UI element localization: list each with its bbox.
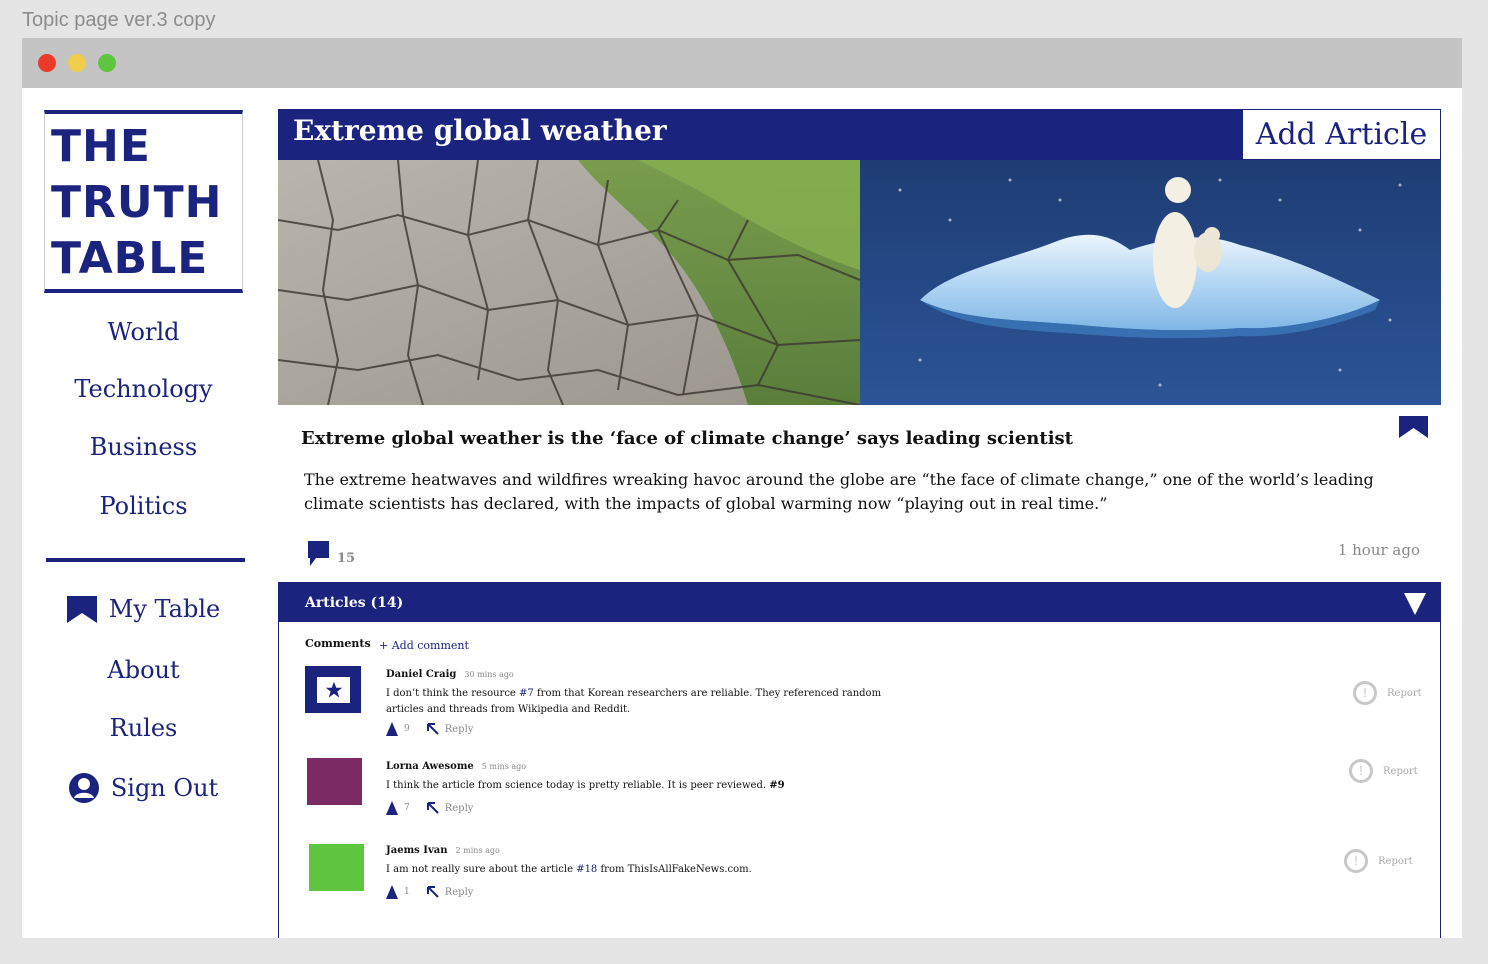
upvote-button[interactable]: 1	[386, 885, 410, 899]
comment-count-value: 15	[337, 551, 356, 566]
comment-actions: 9 Reply	[386, 722, 473, 736]
report-button[interactable]: ! Report	[1349, 759, 1418, 783]
chevron-down-icon[interactable]	[1404, 593, 1426, 615]
polar-bear-image	[860, 160, 1441, 405]
site-logo[interactable]: THE TRUTH TABLE	[44, 110, 243, 293]
nav-rules[interactable]: Rules	[46, 714, 241, 742]
report-label: Report	[1387, 687, 1422, 699]
add-comment-link[interactable]: + Add comment	[379, 639, 469, 652]
avatar[interactable]	[305, 666, 361, 713]
cracked-earth-image	[278, 160, 860, 405]
avatar[interactable]	[309, 844, 364, 891]
article-ref-link[interactable]: #7	[519, 688, 534, 699]
article-headline[interactable]: Extreme global weather is the ‘face of c…	[301, 428, 1073, 449]
comment-author[interactable]: Lorna Awesome 5 mins ago	[386, 761, 526, 772]
comment-author-name: Jaems Ivan	[386, 845, 448, 856]
bookmark-icon[interactable]	[1399, 416, 1428, 438]
comment-text-before: I don’t think the resource	[386, 688, 520, 699]
comment-author-name: Lorna Awesome	[386, 761, 474, 772]
avatar-badge	[317, 677, 350, 703]
window-titlebar	[22, 38, 1462, 88]
comment-author[interactable]: Jaems Ivan 2 mins ago	[386, 845, 500, 856]
reply-arrow-icon	[426, 723, 439, 735]
logo-line-2: TRUTH	[51, 177, 223, 228]
sidebar-divider	[46, 558, 245, 562]
upvote-icon	[386, 801, 398, 815]
comment-text-before: I am not really sure about the article	[386, 864, 577, 875]
reply-button[interactable]: Reply	[426, 722, 474, 736]
comment-count[interactable]: 15	[308, 541, 355, 566]
nav-about[interactable]: About	[46, 656, 241, 684]
logo-line-1: THE	[51, 121, 151, 172]
nav-my-table-label: My Table	[108, 595, 221, 623]
report-icon: !	[1349, 759, 1373, 783]
comment-text: I am not really sure about the article #…	[386, 862, 896, 878]
reply-button[interactable]: Reply	[426, 801, 474, 815]
topic-title: Extreme global weather	[293, 114, 667, 147]
bookmark-icon	[66, 595, 97, 623]
nav-sign-out[interactable]: Sign Out	[46, 773, 241, 803]
article-ref-link[interactable]: #18	[576, 864, 597, 875]
comment-author-name: Daniel Craig	[386, 669, 457, 680]
minimize-window-button[interactable]	[68, 54, 86, 72]
report-button[interactable]: ! Report	[1353, 681, 1422, 705]
comments-label: Comments	[305, 637, 371, 650]
reply-button[interactable]: Reply	[426, 885, 474, 899]
report-icon: !	[1353, 681, 1377, 705]
article-time: 1 hour ago	[1337, 541, 1420, 559]
nav-business[interactable]: Business	[46, 433, 241, 461]
comment-time: 5 mins ago	[481, 762, 527, 771]
report-icon: !	[1344, 849, 1368, 873]
topic-header: Extreme global weather Add Article	[278, 109, 1441, 160]
vote-count: 9	[404, 724, 410, 734]
upvote-icon	[386, 885, 398, 899]
comment-actions: 1 Reply	[386, 885, 473, 899]
comment-text: I think the article from science today i…	[386, 778, 896, 794]
maximize-window-button[interactable]	[98, 54, 116, 72]
comment-actions: 7 Reply	[386, 801, 473, 815]
reply-label: Reply	[444, 886, 474, 898]
comment-text-after: from ThisIsAllFakeNews.com.	[597, 864, 752, 875]
report-button[interactable]: ! Report	[1344, 849, 1413, 873]
star-icon	[325, 681, 342, 698]
avatar[interactable]	[307, 758, 362, 805]
articles-panel-label: Articles (14)	[305, 595, 404, 611]
upvote-icon	[386, 722, 398, 736]
report-label: Report	[1378, 855, 1413, 867]
reply-label: Reply	[444, 802, 474, 814]
report-label: Report	[1383, 765, 1418, 777]
vote-count: 7	[404, 803, 410, 813]
browser-window: THE TRUTH TABLE World Technology Busines…	[22, 38, 1462, 938]
comment-icon	[308, 541, 329, 566]
comment-text: I don’t think the resource #7 from that …	[386, 686, 896, 718]
add-article-button[interactable]: Add Article	[1242, 109, 1441, 160]
user-circle-icon	[68, 773, 99, 803]
article-summary: The extreme heatwaves and wildfires wrea…	[304, 470, 1374, 513]
reply-label: Reply	[444, 723, 474, 735]
comment-author[interactable]: Daniel Craig 30 mins ago	[386, 669, 514, 680]
upvote-button[interactable]: 9	[386, 722, 410, 736]
nav-technology[interactable]: Technology	[46, 375, 241, 403]
comment-time: 30 mins ago	[464, 670, 514, 679]
nav-sign-out-label: Sign Out	[110, 774, 219, 802]
article-ref-link[interactable]: #9	[769, 780, 784, 791]
reply-arrow-icon	[426, 802, 439, 814]
vote-count: 1	[404, 887, 410, 897]
upvote-button[interactable]: 7	[386, 801, 410, 815]
comment-text-before: I think the article from science today i…	[386, 780, 770, 791]
close-window-button[interactable]	[38, 54, 56, 72]
reply-arrow-icon	[426, 886, 439, 898]
comment-time: 2 mins ago	[455, 846, 500, 855]
nav-world[interactable]: World	[46, 318, 241, 346]
nav-my-table[interactable]: My Table	[46, 595, 241, 623]
artboard-title: Topic page ver.3 copy	[22, 9, 216, 31]
nav-politics[interactable]: Politics	[46, 492, 241, 520]
logo-line-3: TABLE	[51, 233, 209, 284]
articles-panel-header[interactable]: Articles (14)	[279, 583, 1440, 622]
